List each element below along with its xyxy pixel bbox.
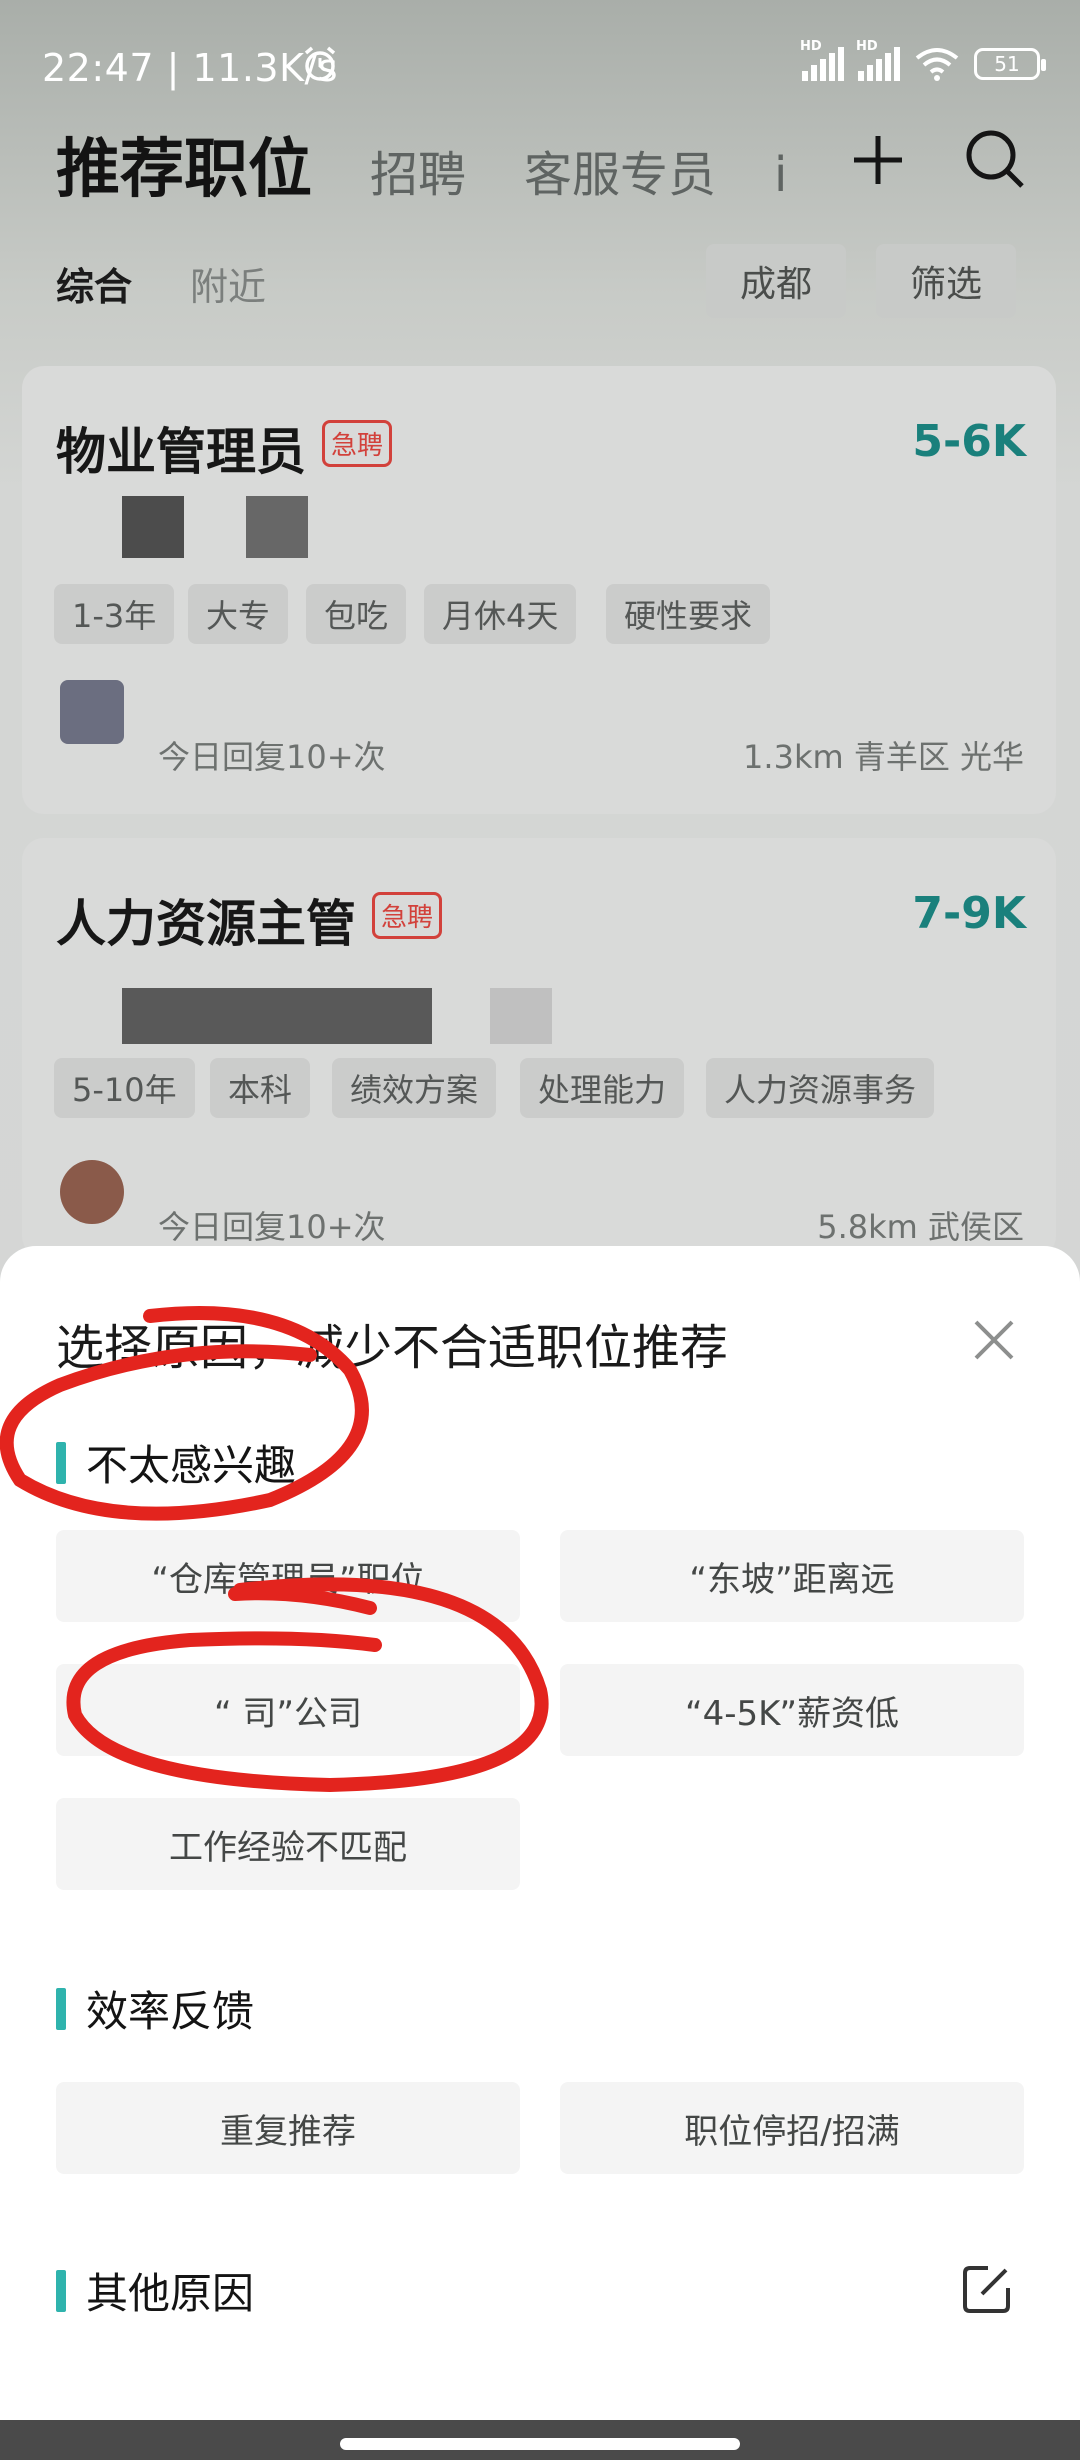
edit-icon[interactable] — [960, 2262, 1014, 2316]
tab-recruit[interactable]: 招聘 — [370, 135, 466, 205]
job-tag: 本科 — [210, 1058, 311, 1118]
blurred-company — [246, 496, 308, 558]
section-title: 不太感兴趣 — [86, 1441, 297, 1490]
tab-more[interactable]: i — [774, 147, 787, 203]
job-salary: 5-6K — [912, 416, 1026, 467]
signal-icon: HD — [800, 39, 844, 81]
job-tag: 1-3年 — [54, 584, 175, 644]
job-salary: 7-9K — [912, 888, 1026, 939]
option-salary-low[interactable]: “4-5K”薪资低 — [560, 1664, 1024, 1756]
avatar — [60, 1160, 124, 1224]
reply-stat: 今日回复10+次 — [158, 1208, 386, 1246]
filter-dropdown[interactable]: 筛选 — [876, 244, 1017, 318]
reply-stat: 今日回复10+次 — [158, 738, 386, 776]
job-tag: 月休4天 — [424, 584, 577, 644]
status-bar: 22:47 | 11.3K/s HD HD 51 — [0, 0, 1080, 130]
tab-customer-service[interactable]: 客服专员 — [524, 135, 716, 205]
urgent-badge: 急聘 — [372, 892, 443, 939]
option-warehouse-job[interactable]: “仓库管理员”职位 — [56, 1530, 520, 1622]
filter-nearby[interactable]: 附近 — [190, 256, 266, 311]
job-tag: 5-10年 — [54, 1058, 195, 1118]
section-title: 效率反馈 — [86, 1987, 255, 2036]
job-card[interactable]: 人力资源主管 急聘 7-9K 5-10年 本科 绩效方案 处理能力 人力资源事务… — [22, 838, 1056, 1258]
job-title: 物业管理员 — [56, 423, 306, 481]
top-tabs: 推荐职位 招聘 客服专员 i — [56, 118, 787, 210]
battery-icon: 51 — [974, 48, 1046, 80]
section-efficiency: 效率反馈 — [56, 1978, 254, 2039]
job-tag: 包吃 — [306, 584, 407, 644]
search-icon[interactable] — [964, 128, 1026, 190]
filter-label: 筛选 — [910, 264, 983, 305]
close-icon[interactable] — [972, 1318, 1016, 1362]
blurred-company — [122, 496, 184, 558]
option-repeat-recommend[interactable]: 重复推荐 — [56, 2082, 520, 2174]
job-title: 人力资源主管 — [56, 895, 356, 953]
section-not-interested: 不太感兴趣 — [56, 1432, 296, 1493]
blurred-company — [490, 988, 552, 1044]
job-location: 5.8km 武侯区 — [817, 1208, 1024, 1246]
blurred-company — [122, 988, 432, 1044]
battery-level: 51 — [994, 52, 1020, 76]
job-card[interactable]: 物业管理员 急聘 5-6K 1-3年 大专 包吃 月休4天 硬性要求 今日回复1… — [22, 366, 1056, 814]
signal-icon-2: HD — [856, 39, 900, 81]
section-other: 其他原因 — [56, 2260, 254, 2321]
home-indicator[interactable] — [340, 2438, 740, 2450]
urgent-badge: 急聘 — [322, 420, 393, 467]
job-tag: 硬性要求 — [606, 584, 771, 644]
filter-comprehensive[interactable]: 综合 — [56, 256, 132, 311]
filter-row: 综合 附近 成都 筛选 — [56, 244, 1026, 326]
section-title: 其他原因 — [86, 2269, 255, 2318]
alarm-icon — [304, 46, 336, 81]
wifi-icon — [915, 48, 959, 81]
status-time: 22:47 | 11.3K/s — [42, 46, 339, 90]
job-tag: 大专 — [188, 584, 289, 644]
city-dropdown[interactable]: 成都 — [706, 244, 847, 318]
job-location: 1.3km 青羊区 光华 — [743, 738, 1024, 776]
city-label: 成都 — [740, 264, 813, 305]
job-tag: 绩效方案 — [332, 1058, 497, 1118]
option-distance-far[interactable]: “东坡”距离远 — [560, 1530, 1024, 1622]
avatar — [60, 680, 124, 744]
status-indicators: HD HD 51 — [800, 39, 1046, 82]
option-job-closed[interactable]: 职位停招/招满 — [560, 2082, 1024, 2174]
option-company[interactable]: “ 司”公司 — [56, 1664, 520, 1756]
job-tag: 人力资源事务 — [706, 1058, 935, 1118]
job-tag: 处理能力 — [520, 1058, 685, 1118]
sheet-title: 选择原因，减少不合适职位推荐 — [56, 1320, 729, 1376]
tab-recommended[interactable]: 推荐职位 — [56, 118, 312, 210]
option-experience-mismatch[interactable]: 工作经验不匹配 — [56, 1798, 520, 1890]
feedback-sheet: 选择原因，减少不合适职位推荐 不太感兴趣 “仓库管理员”职位 “东坡”距离远 “… — [0, 1246, 1080, 2460]
plus-icon[interactable] — [850, 132, 906, 188]
